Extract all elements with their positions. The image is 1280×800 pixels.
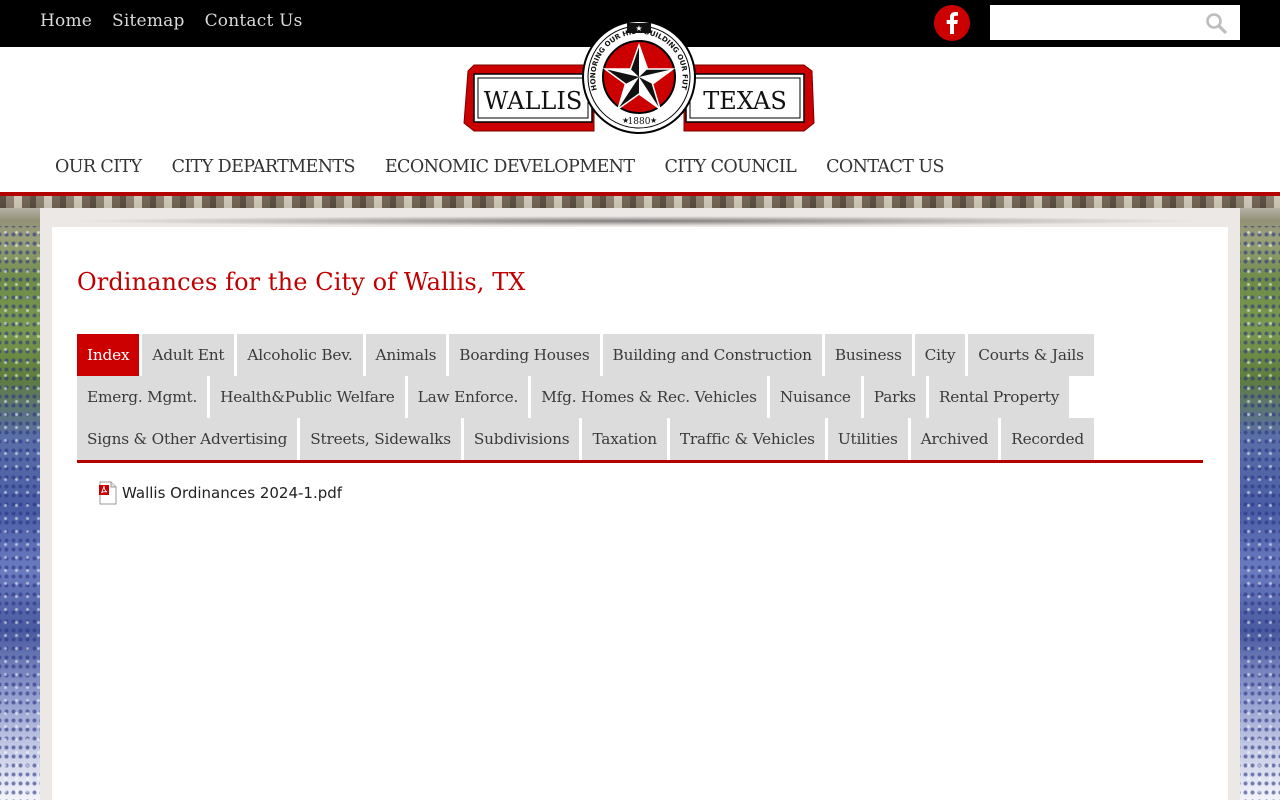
tab-taxation[interactable]: Taxation <box>582 418 667 460</box>
utility-nav: Home Sitemap Contact Us <box>40 11 303 31</box>
tab-nuisance[interactable]: Nuisance <box>769 376 861 418</box>
pdf-icon <box>99 481 117 505</box>
tab-utilities[interactable]: Utilities <box>827 418 908 460</box>
tab-courts-jails[interactable]: Courts & Jails <box>968 334 1094 376</box>
search-input[interactable] <box>990 5 1200 40</box>
tab-alcoholic-bev[interactable]: Alcoholic Bev. <box>237 334 363 376</box>
nav-our-city[interactable]: OUR CITY <box>55 157 142 177</box>
tab-underline <box>77 460 1203 463</box>
file-item: Wallis Ordinances 2024-1.pdf <box>98 481 342 505</box>
facebook-button[interactable] <box>934 5 970 41</box>
top-link-sitemap[interactable]: Sitemap <box>112 11 185 31</box>
wallis-texas-seal-logo: WALLIS TEXAS HONORING OUR HISTORY BUILDI… <box>458 14 815 134</box>
tab-building-and-construction[interactable]: Building and Construction <box>602 334 822 376</box>
tab-animals[interactable]: Animals <box>365 334 447 376</box>
top-link-contact-us[interactable]: Contact Us <box>205 11 303 31</box>
tab-subdivisions[interactable]: Subdivisions <box>463 418 580 460</box>
file-link[interactable]: Wallis Ordinances 2024-1.pdf <box>122 484 342 502</box>
tab-mfg-homes-rec-vehicles[interactable]: Mfg. Homes & Rec. Vehicles <box>531 376 767 418</box>
tab-adult-ent[interactable]: Adult Ent <box>142 334 235 376</box>
search-box <box>990 5 1240 40</box>
nav-city-departments[interactable]: CITY DEPARTMENTS <box>172 157 356 177</box>
seal-year: 1880 <box>628 117 651 127</box>
svg-text:★: ★ <box>635 24 642 33</box>
tab-rental-property[interactable]: Rental Property <box>928 376 1070 418</box>
tab-health-public-welfare[interactable]: Health&Public Welfare <box>210 376 405 418</box>
tab-index[interactable]: Index <box>77 334 140 376</box>
facebook-icon <box>946 12 958 34</box>
content-card <box>52 227 1228 800</box>
frame-shadow <box>62 216 1210 226</box>
svg-text:★: ★ <box>650 116 657 125</box>
ordinance-tabs: Index Adult Ent Alcoholic Bev. Animals Board… <box>77 334 1203 460</box>
tab-parks[interactable]: Parks <box>863 376 926 418</box>
tab-emerg-mgmt[interactable]: Emerg. Mgmt. <box>77 376 208 418</box>
tab-boarding-houses[interactable]: Boarding Houses <box>449 334 600 376</box>
tab-recorded[interactable]: Recorded <box>1001 418 1094 460</box>
svg-text:★: ★ <box>622 116 629 125</box>
tab-signs-other-advertising[interactable]: Signs & Other Advertising <box>77 418 298 460</box>
nav-city-council[interactable]: CITY COUNCIL <box>664 157 796 177</box>
tab-traffic-vehicles[interactable]: Traffic & Vehicles <box>669 418 825 460</box>
nav-economic-development[interactable]: ECONOMIC DEVELOPMENT <box>385 157 635 177</box>
nav-contact-us[interactable]: CONTACT US <box>826 157 944 177</box>
tab-business[interactable]: Business <box>824 334 912 376</box>
tab-city[interactable]: City <box>914 334 966 376</box>
page-title: Ordinances for the City of Wallis, TX <box>77 268 526 296</box>
logo-word-right: TEXAS <box>703 87 787 115</box>
top-link-home[interactable]: Home <box>40 11 92 31</box>
tab-streets-sidewalks[interactable]: Streets, Sidewalks <box>300 418 461 460</box>
site-logo[interactable]: WALLIS TEXAS HONORING OUR HISTORY BUILDI… <box>458 14 816 136</box>
main-nav: OUR CITY CITY DEPARTMENTS ECONOMIC DEVEL… <box>55 157 944 177</box>
tab-law-enforce[interactable]: Law Enforce. <box>407 376 529 418</box>
tab-archived[interactable]: Archived <box>910 418 999 460</box>
logo-word-left: WALLIS <box>484 87 583 115</box>
search-icon[interactable] <box>1204 11 1228 35</box>
